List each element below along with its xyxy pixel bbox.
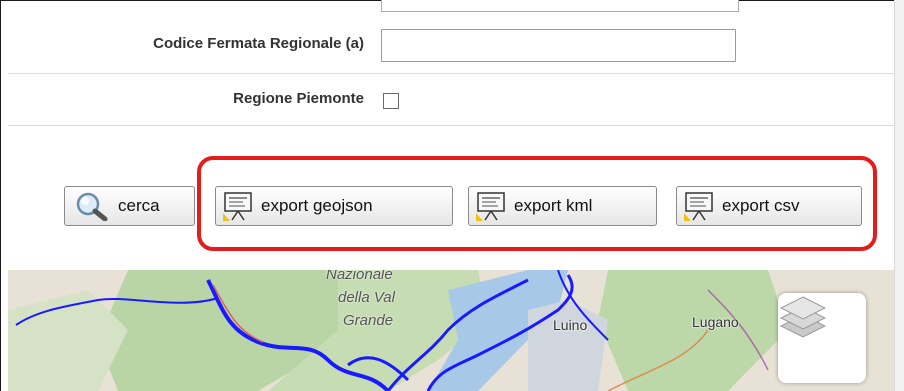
magnifier-icon [71,191,111,221]
layers-control-button[interactable] [778,293,866,383]
search-button-label: cerca [118,196,160,215]
map-park-label: Nazionale [326,270,393,283]
regione-piemonte-label: Regione Piemonte [233,90,364,107]
map-view[interactable]: Nazionale della Val Grande Luino Lugano [8,270,894,391]
row-divider [8,73,894,74]
map-city-luino: Luino [553,317,588,333]
map-tiles [8,270,894,391]
map-park-label: della Val [338,289,395,306]
row-divider [8,125,894,126]
codice-fermata-input[interactable] [381,29,736,62]
map-park-label: Grande [343,312,394,329]
regione-piemonte-checkbox[interactable] [383,93,399,109]
codice-fermata-label: Codice Fermata Regionale (a) [153,35,364,52]
search-button[interactable]: cerca [64,186,195,226]
vertical-scrollbar[interactable] [894,0,904,391]
export-buttons-highlight [197,156,877,251]
map-city-lugano: Lugano [692,314,739,330]
previous-field-input[interactable] [381,0,739,12]
